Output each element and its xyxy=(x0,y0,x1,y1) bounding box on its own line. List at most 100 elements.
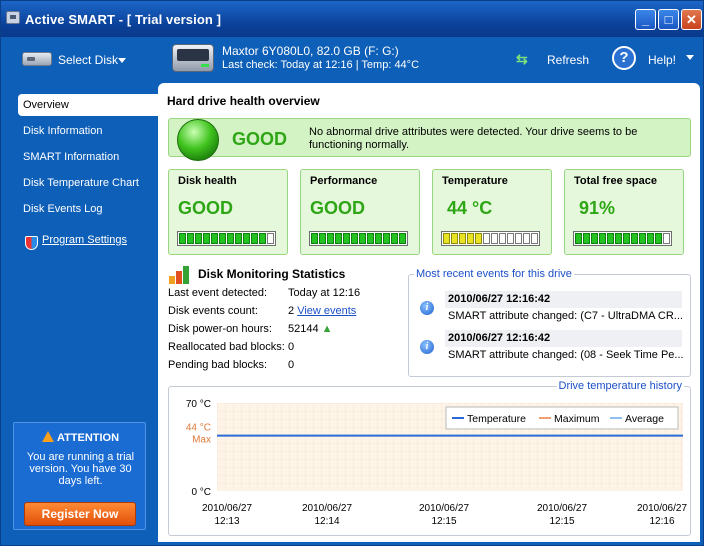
register-now-button[interactable]: Register Now xyxy=(24,502,136,526)
title-bar[interactable]: Active SMART - [ Trial version ] _ □ ✕ xyxy=(1,1,703,37)
gauge-segment xyxy=(655,233,662,244)
stat-label: Disk events count: xyxy=(168,305,258,317)
attention-title: ATTENTION xyxy=(14,431,147,444)
x-tick-time: 12:14 xyxy=(314,516,339,527)
view-events-link[interactable]: View events xyxy=(297,305,356,317)
window-title: Active SMART - [ Trial version ] xyxy=(25,12,222,27)
level-gauge xyxy=(573,231,672,246)
max-label: Max xyxy=(192,435,211,446)
gauge-segment xyxy=(507,233,514,244)
sidebar-item-smart-information[interactable]: SMART Information xyxy=(18,146,158,168)
minimize-button[interactable]: _ xyxy=(635,9,656,30)
main-panel: Hard drive health overview GOOD No abnor… xyxy=(158,83,700,542)
gauge-segment xyxy=(311,233,318,244)
level-gauge xyxy=(441,231,540,246)
toolbar: Select Disk Maxtor 6Y080L0, 82.0 GB (F: … xyxy=(2,37,703,83)
sidebar: Overview Disk Information SMART Informat… xyxy=(2,83,158,545)
gauge-segment xyxy=(375,233,382,244)
trial-attention-box: ATTENTION You are running a trial versio… xyxy=(13,422,146,530)
gauge-segment xyxy=(235,233,242,244)
sidebar-item-events-log[interactable]: Disk Events Log xyxy=(18,198,158,220)
gauge-segment xyxy=(451,233,458,244)
hard-disk-icon xyxy=(22,52,52,66)
gauge-segment xyxy=(483,233,490,244)
gauge-segment xyxy=(443,233,450,244)
disk-subtitle: Last check: Today at 12:16 | Temp: 44°C xyxy=(222,59,420,71)
sidebar-item-disk-information[interactable]: Disk Information xyxy=(18,120,158,142)
gauge-segment xyxy=(367,233,374,244)
chevron-down-icon xyxy=(118,58,126,63)
gauge-segment xyxy=(327,233,334,244)
refresh-button[interactable]: Refresh xyxy=(547,53,589,67)
stats-title: Disk Monitoring Statistics xyxy=(198,267,346,281)
stat-label: Last event detected: xyxy=(168,287,268,299)
x-tick-date: 2010/06/27 xyxy=(419,503,469,514)
legend-label: Average xyxy=(625,413,664,425)
x-tick-date: 2010/06/27 xyxy=(537,503,587,514)
info-icon: i xyxy=(420,340,434,354)
sidebar-item-temperature-chart[interactable]: Disk Temperature Chart xyxy=(18,172,158,194)
card-performance: Performance GOOD xyxy=(300,169,420,255)
card-value: GOOD xyxy=(178,198,234,218)
gauge-segment xyxy=(251,233,258,244)
maximize-button[interactable]: □ xyxy=(658,9,679,30)
gauge-segment xyxy=(583,233,590,244)
gauge-segment xyxy=(203,233,210,244)
gauge-segment xyxy=(591,233,598,244)
recent-events-title: Most recent events for this drive xyxy=(414,268,574,280)
event-time: 2010/06/27 12:16:42 xyxy=(445,291,682,308)
gauge-segment xyxy=(319,233,326,244)
help-dropdown-icon[interactable] xyxy=(686,55,694,60)
gauge-segment xyxy=(663,233,670,244)
refresh-icon[interactable]: ⇆ xyxy=(516,52,534,66)
gauge-segment xyxy=(187,233,194,244)
gauge-segment xyxy=(243,233,250,244)
x-tick-time: 12:16 xyxy=(649,516,674,527)
gauge-segment xyxy=(179,233,186,244)
y-tick-label: 0 °C xyxy=(191,487,211,498)
page-title: Hard drive health overview xyxy=(167,94,320,108)
x-tick-time: 12:13 xyxy=(214,516,239,527)
gauge-segment xyxy=(459,233,466,244)
event-item[interactable]: i 2010/06/27 12:16:42 SMART attribute ch… xyxy=(417,291,683,329)
stat-label: Disk power-on hours: xyxy=(168,323,272,335)
gauge-segment xyxy=(647,233,654,244)
gauge-segment xyxy=(515,233,522,244)
gauge-segment xyxy=(343,233,350,244)
gauge-segment xyxy=(615,233,622,244)
gauge-segment xyxy=(391,233,398,244)
max-value-label: 44 °C xyxy=(186,423,211,434)
attention-text: You are running a trial version. You hav… xyxy=(26,451,135,487)
stat-value-hours: 52144 ▲ xyxy=(288,323,332,335)
x-tick-date: 2010/06/27 xyxy=(202,503,252,514)
gauge-segment xyxy=(607,233,614,244)
sidebar-item-overview[interactable]: Overview xyxy=(18,94,158,116)
app-icon xyxy=(6,11,20,24)
gauge-segment xyxy=(575,233,582,244)
card-value: 91% xyxy=(579,198,616,218)
status-word: GOOD xyxy=(232,129,288,149)
events-count: 2 xyxy=(288,305,295,317)
select-disk-label: Select Disk xyxy=(58,53,119,67)
app-window: Active SMART - [ Trial version ] _ □ ✕ S… xyxy=(0,0,704,546)
help-button[interactable]: Help! xyxy=(648,53,676,67)
recent-events-panel: Most recent events for this drive i 2010… xyxy=(408,268,691,377)
gauge-segment xyxy=(639,233,646,244)
gauge-segment xyxy=(631,233,638,244)
stat-value-events: 2 View events xyxy=(288,305,356,317)
event-item[interactable]: i 2010/06/27 12:16:42 SMART attribute ch… xyxy=(417,330,684,368)
program-settings-link[interactable]: Program Settings xyxy=(42,234,127,246)
x-tick-time: 12:15 xyxy=(549,516,574,527)
card-free-space: Total free space 91% xyxy=(564,169,684,255)
legend-label: Temperature xyxy=(467,413,526,425)
help-icon[interactable]: ? xyxy=(612,46,636,70)
event-time: 2010/06/27 12:16:42 xyxy=(445,330,682,347)
close-button[interactable]: ✕ xyxy=(681,9,702,30)
card-value: GOOD xyxy=(310,198,366,218)
gauge-segment xyxy=(359,233,366,244)
card-temperature: Temperature 44 °C xyxy=(432,169,552,255)
card-title: Performance xyxy=(310,175,378,187)
stat-label: Pending bad blocks: xyxy=(168,359,268,371)
power-on-hours: 52144 xyxy=(288,323,319,335)
gauge-segment xyxy=(227,233,234,244)
